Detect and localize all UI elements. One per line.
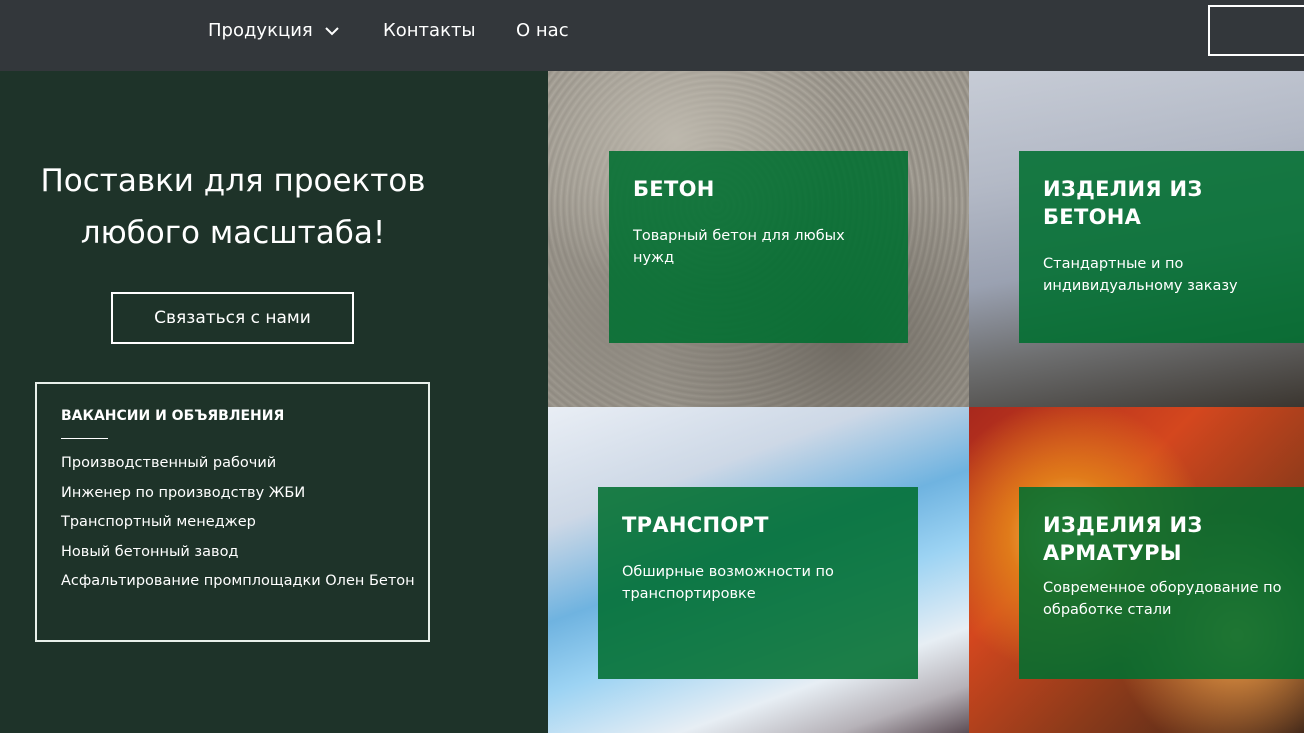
chevron-down-icon	[325, 27, 340, 36]
vacancy-link[interactable]: Асфальтирование промплощадки Олен Бетон	[61, 567, 415, 597]
card-concrete[interactable]: БЕТОН Товарный бетон для любых нужд	[609, 151, 908, 343]
hero-title-line-2: любого масштаба!	[80, 215, 386, 251]
vacancy-link[interactable]: Инженер по производству ЖБИ	[61, 479, 404, 509]
vacancies-box: ВАКАНСИИ И ОБЪЯВЛЕНИЯ Производственный р…	[35, 382, 430, 642]
vacancies-divider	[61, 438, 108, 439]
vacancy-link[interactable]: Производственный рабочий	[61, 449, 404, 479]
card-concrete-products[interactable]: ИЗДЕЛИЯ ИЗ БЕТОНА Стандартные и по индив…	[1019, 151, 1304, 343]
card-concrete-products-title: ИЗДЕЛИЯ ИЗ БЕТОНА	[1043, 177, 1203, 229]
nav-item-about[interactable]: О нас	[516, 20, 569, 41]
vacancy-link[interactable]: Транспортный менеджер	[61, 508, 404, 538]
card-rebar-title: ИЗДЕЛИЯ ИЗ АРМАТУРЫ	[1043, 513, 1203, 565]
nav-products-label: Продукция	[208, 20, 313, 41]
vacancies-list: Производственный рабочий Инженер по прои…	[61, 449, 415, 597]
card-rebar[interactable]: ИЗДЕЛИЯ ИЗ АРМАТУРЫ Современное оборудов…	[1019, 487, 1304, 679]
nav-item-products[interactable]: Продукция	[208, 20, 340, 41]
card-transport[interactable]: ТРАНСПОРТ Обширные возможности по трансп…	[598, 487, 918, 679]
card-concrete-products-desc: Стандартные и по индивидуальному заказу	[1043, 256, 1238, 294]
vacancies-title: ВАКАНСИИ И ОБЪЯВЛЕНИЯ	[61, 408, 285, 424]
nav-item-contacts[interactable]: Контакты	[383, 20, 476, 41]
card-concrete-desc: Товарный бетон для любых нужд	[633, 228, 845, 266]
card-concrete-title: БЕТОН	[633, 177, 715, 201]
hero-title: Поставки для проектов любого масштаба!	[0, 155, 466, 259]
card-transport-title: ТРАНСПОРТ	[622, 513, 769, 537]
hero-title-line-1: Поставки для проектов	[40, 163, 426, 199]
vacancy-link[interactable]: Новый бетонный завод	[61, 538, 404, 568]
card-rebar-desc: Современное оборудование по обработке ст…	[1043, 580, 1282, 618]
card-transport-desc: Обширные возможности по транспортировке	[622, 564, 834, 602]
header-action-button[interactable]	[1208, 5, 1304, 56]
contact-us-button[interactable]: Связаться с нами	[111, 292, 354, 344]
top-navigation-bar: Продукция Контакты О нас	[0, 0, 1304, 71]
